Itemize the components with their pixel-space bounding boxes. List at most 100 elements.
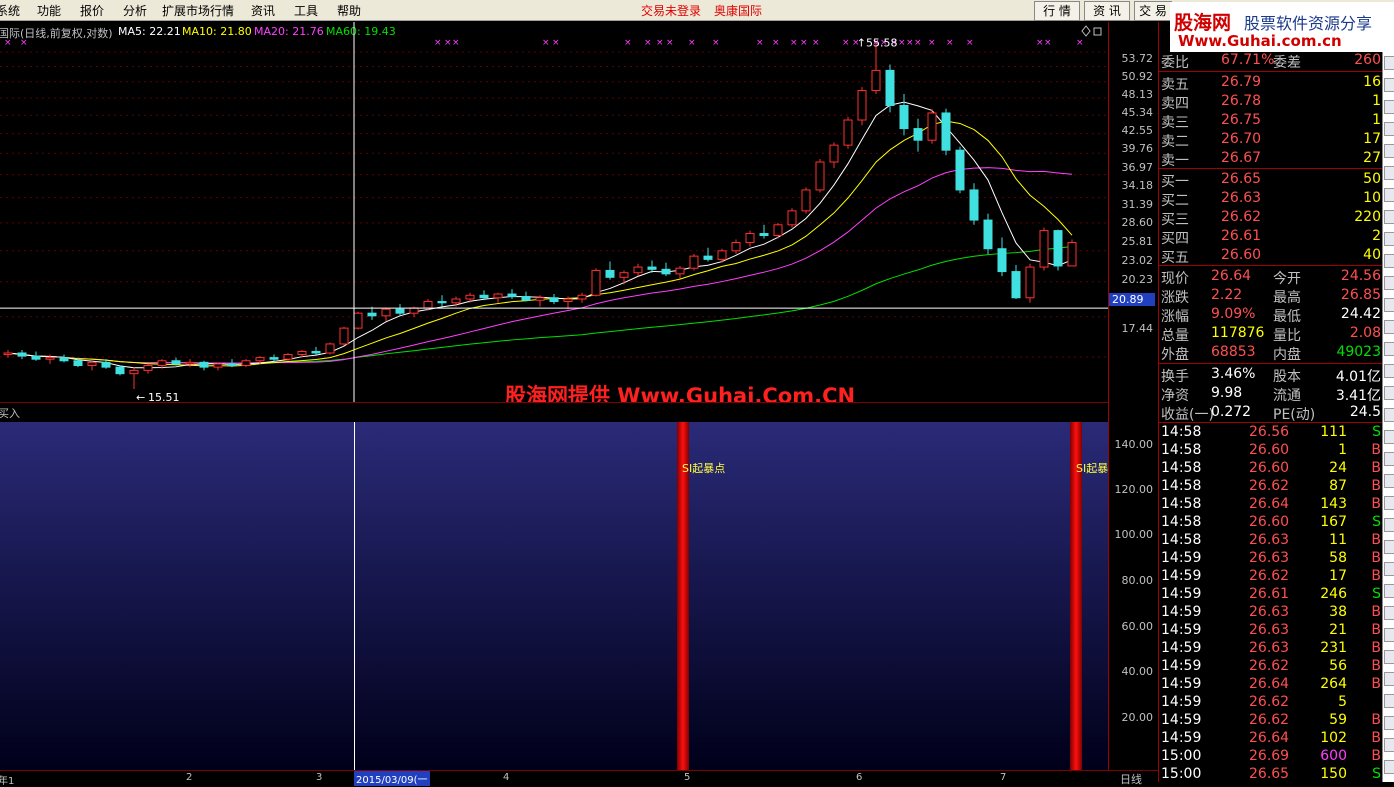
candle-body (661, 268, 671, 275)
period-label[interactable]: 日线 (1120, 771, 1142, 787)
tick-side: S (1372, 424, 1381, 440)
indicator-tick-label: 140.00 (1114, 438, 1154, 451)
side-tool-button[interactable] (1384, 650, 1394, 664)
indicator-tick-label: 60.00 (1121, 620, 1154, 633)
signal-marker: × (966, 38, 974, 48)
menu-system[interactable]: 系统 (0, 2, 20, 19)
tick-side: S (1372, 514, 1381, 530)
bid-label: 买二 (1161, 193, 1189, 209)
side-tool-button[interactable] (1384, 56, 1394, 70)
menu-news[interactable]: 资讯 (251, 2, 275, 19)
side-tool-button[interactable] (1384, 342, 1394, 356)
tick-price: 26.64 (1249, 730, 1290, 746)
weicha-label: 委差 (1273, 55, 1301, 71)
tick-volume: 600 (1320, 748, 1347, 764)
tick-volume: 5 (1338, 694, 1347, 710)
side-tool-button[interactable] (1384, 232, 1394, 246)
side-tool-button[interactable] (1384, 122, 1394, 136)
indicator-chart[interactable]: SI起暴点 SI起暴 (0, 422, 1108, 770)
candle-body (493, 293, 503, 299)
side-tool-button[interactable] (1384, 364, 1394, 378)
side-toolbar[interactable] (1382, 22, 1394, 782)
menu-function[interactable]: 功能 (37, 2, 61, 19)
tick-volume: 59 (1329, 712, 1347, 728)
side-tool-button[interactable] (1384, 210, 1394, 224)
menu-quote[interactable]: 报价 (80, 2, 104, 19)
stat-label: 涨跌 (1161, 290, 1189, 306)
price-tick-label: 17.44 (1121, 322, 1154, 335)
tick-row: 14:58 26.60 1 B (1159, 442, 1383, 460)
side-tool-button[interactable] (1384, 606, 1394, 620)
menu-extended-market[interactable]: 扩展市场行情 (162, 2, 234, 19)
candle-body (549, 297, 559, 303)
bid-volume: 40 (1363, 247, 1381, 263)
stat-value: 4.01亿 (1335, 369, 1381, 385)
menu-help[interactable]: 帮助 (337, 2, 361, 19)
ask-volume: 27 (1363, 150, 1381, 166)
price-tick-label: 31.39 (1121, 198, 1154, 211)
side-tool-button[interactable] (1384, 386, 1394, 400)
stat-label: 收益(一) (1161, 407, 1214, 423)
signal-marker: × (946, 38, 954, 48)
ma20-line (7, 167, 1073, 364)
side-tool-button[interactable] (1384, 584, 1394, 598)
side-tool-button[interactable] (1384, 320, 1394, 334)
side-tool-button[interactable] (1384, 474, 1394, 488)
stat-value: 3.41亿 (1335, 388, 1381, 404)
kline-chart[interactable]: 国际(日线,前复权,对数) MA5: 22.21 MA10: 21.80 MA2… (0, 22, 1108, 402)
candle-body (997, 248, 1007, 273)
side-tool-button[interactable] (1384, 716, 1394, 730)
side-tool-button[interactable] (1384, 760, 1394, 774)
side-tool-button[interactable] (1384, 452, 1394, 466)
side-tool-button[interactable] (1384, 298, 1394, 312)
bid-row: 买三 26.62 220 (1159, 209, 1383, 228)
side-tool-button[interactable] (1384, 144, 1394, 158)
tick-price: 26.63 (1249, 550, 1290, 566)
side-tool-button[interactable] (1384, 496, 1394, 510)
tick-volume: 111 (1320, 424, 1347, 440)
menu-tools[interactable]: 工具 (294, 2, 318, 19)
side-tool-button[interactable] (1384, 540, 1394, 554)
tick-side: B (1371, 550, 1381, 566)
side-tool-button[interactable] (1384, 100, 1394, 114)
signal-marker: × (928, 38, 936, 48)
side-tool-button[interactable] (1384, 276, 1394, 290)
side-tool-button[interactable] (1384, 628, 1394, 642)
menu-analysis[interactable]: 分析 (123, 2, 147, 19)
side-tool-button[interactable] (1384, 672, 1394, 686)
indicator-tick-label: 80.00 (1121, 574, 1154, 587)
side-tool-button[interactable] (1384, 78, 1394, 92)
side-tool-button[interactable] (1384, 562, 1394, 576)
side-tool-button[interactable] (1384, 408, 1394, 422)
candle-body (297, 350, 307, 356)
signal-marker: × (552, 38, 560, 48)
side-tool-button[interactable] (1384, 694, 1394, 708)
tab-trade[interactable]: 交 易 (1134, 1, 1172, 21)
candle-body (241, 360, 251, 367)
signal-marker: × (712, 38, 720, 48)
candle-body (899, 104, 909, 130)
stat-value: 26.85 (1340, 287, 1381, 303)
tab-market[interactable]: 行 情 (1034, 1, 1080, 21)
stat-value: 26.64 (1211, 268, 1252, 284)
tick-time: 14:59 (1161, 712, 1202, 728)
bid-price: 26.62 (1221, 209, 1262, 225)
side-tool-button[interactable] (1384, 254, 1394, 268)
tick-side: S (1372, 766, 1381, 782)
cursor-date: 2015/03/09(一 (354, 771, 430, 786)
tab-news[interactable]: 资 讯 (1084, 1, 1130, 21)
high-arrow: ↑ (857, 37, 866, 50)
tick-volume: 17 (1329, 568, 1347, 584)
candle-body (815, 161, 825, 191)
candle-body (969, 189, 979, 221)
stat-value: 49023 (1336, 344, 1381, 360)
indicator-tick-label: 100.00 (1114, 528, 1154, 541)
candle-body (647, 266, 657, 270)
tick-time: 14:59 (1161, 568, 1202, 584)
trade-status[interactable]: 交易未登录 (641, 2, 701, 19)
side-tool-button[interactable] (1384, 518, 1394, 532)
side-tool-button[interactable] (1384, 188, 1394, 202)
side-tool-button[interactable] (1384, 738, 1394, 752)
side-tool-button[interactable] (1384, 166, 1394, 180)
side-tool-button[interactable] (1384, 430, 1394, 444)
